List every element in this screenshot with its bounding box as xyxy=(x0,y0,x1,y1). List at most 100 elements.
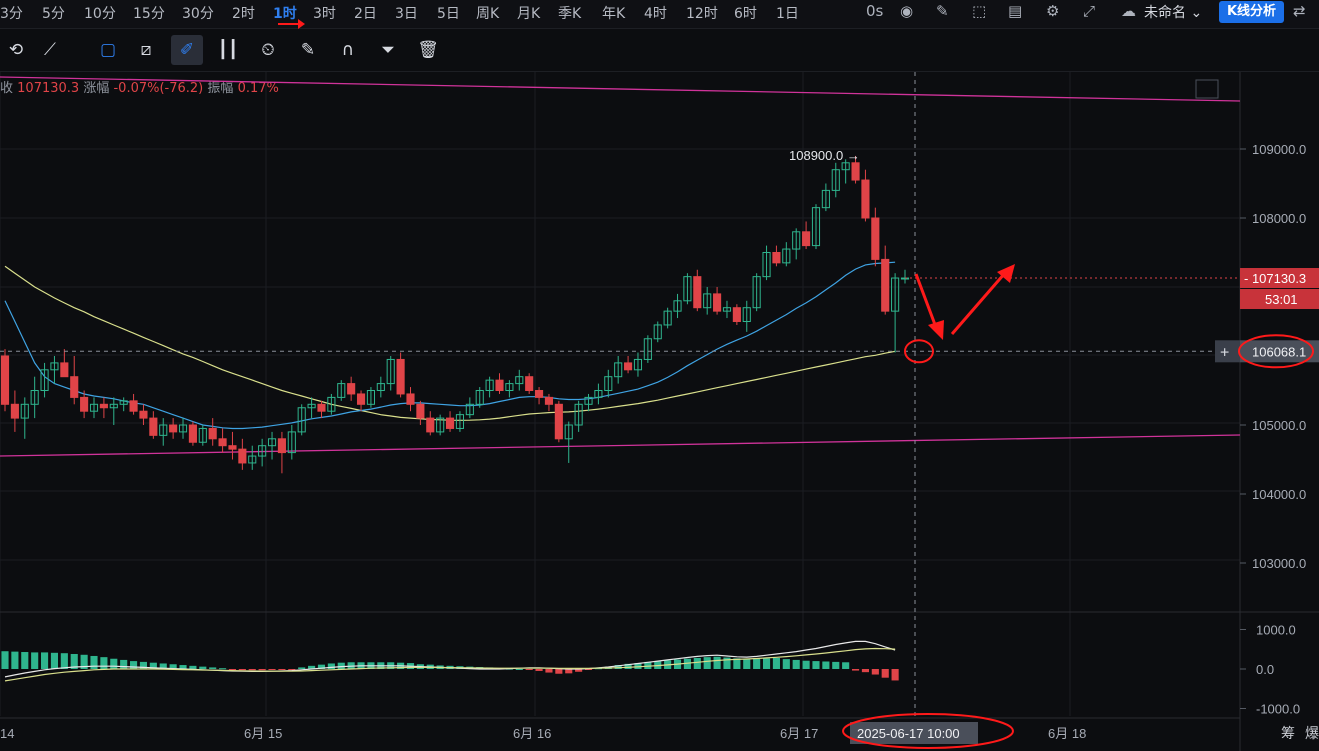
candle-body-54[interactable] xyxy=(535,390,544,398)
candle-body-17[interactable] xyxy=(169,424,178,433)
indicator-bar-30 xyxy=(298,667,306,669)
indicator-bar-86 xyxy=(851,669,860,671)
bottom-right-button-1[interactable]: 爆 xyxy=(1305,725,1319,741)
candle-body-1[interactable] xyxy=(10,403,19,419)
indicator-bar-23 xyxy=(228,669,237,670)
bottom-right-button-0[interactable]: 筹 xyxy=(1281,725,1295,741)
indicator-bar-87 xyxy=(861,669,869,673)
grid xyxy=(0,72,1240,716)
candle-body-7[interactable] xyxy=(70,376,79,398)
x-axis-label-2: 6月 16 xyxy=(513,726,551,741)
indicator-bar-5 xyxy=(50,652,59,669)
candle-body-40[interactable] xyxy=(396,358,405,395)
price-tick-1: 108000.0 xyxy=(1252,211,1306,226)
indicator-bar-55 xyxy=(545,669,553,673)
candle-body-43[interactable] xyxy=(426,417,435,433)
indicator-bar-76 xyxy=(753,658,761,669)
candle-body-23[interactable] xyxy=(228,445,237,450)
candle-body-15[interactable] xyxy=(149,417,158,436)
indicator-bar-81 xyxy=(802,660,810,669)
indicator-bar-56 xyxy=(555,669,563,674)
x-axis-label-3: 6月 17 xyxy=(780,726,818,741)
candle-body-89[interactable] xyxy=(881,258,890,312)
candle-body-78[interactable] xyxy=(772,252,781,264)
candle-body-55[interactable] xyxy=(544,396,554,405)
candle-body-0[interactable] xyxy=(0,355,10,405)
indicator-bar-19 xyxy=(189,665,197,669)
candle-body-87[interactable] xyxy=(861,179,870,219)
expand-icon[interactable] xyxy=(1195,79,1219,99)
indicator-bar-20 xyxy=(199,666,207,669)
indicator-bar-11 xyxy=(110,658,118,669)
indicator-bar-84 xyxy=(832,661,840,669)
candle-body-35[interactable] xyxy=(347,383,356,395)
annotations xyxy=(842,264,1314,749)
indicator-bar-88 xyxy=(871,669,879,675)
candles xyxy=(0,155,910,474)
candle-body-24[interactable] xyxy=(238,448,247,464)
countdown-label: 53:01 xyxy=(1265,292,1298,307)
indicator-pane: 1000.0 0.0 -1000.0 xyxy=(1,623,1300,717)
crosshair-plus-icon[interactable]: + xyxy=(1220,344,1229,361)
candle-body-36[interactable] xyxy=(356,393,366,405)
annotation-arrow-down-head xyxy=(928,320,944,340)
indicator-bar-22 xyxy=(219,668,227,670)
price-tick-2: 105000.0 xyxy=(1252,418,1306,433)
indicator-bar-52 xyxy=(515,669,523,670)
candle-body-32[interactable] xyxy=(317,403,326,412)
indicator-bar-10 xyxy=(100,657,108,669)
indicator-bar-27 xyxy=(268,669,276,670)
indicator-bar-70 xyxy=(693,657,701,669)
indicator-bar-24 xyxy=(238,669,246,671)
candle-body-53[interactable] xyxy=(525,376,534,392)
indicator-tick-1: 0.0 xyxy=(1256,662,1274,677)
indicator-bar-77 xyxy=(762,658,771,669)
indicator-bar-53 xyxy=(525,669,533,670)
candle-body-88[interactable] xyxy=(871,217,880,260)
candle-body-14[interactable] xyxy=(139,410,148,419)
channel-lower-line[interactable] xyxy=(0,434,1241,457)
candle-body-74[interactable] xyxy=(732,307,741,323)
ma-slow-line xyxy=(4,265,896,421)
candle-body-86[interactable] xyxy=(851,162,860,181)
indicator-bar-57 xyxy=(565,669,573,674)
candle-body-21[interactable] xyxy=(208,427,217,440)
indicator-tick-2: -1000.0 xyxy=(1256,702,1300,717)
candle-body-72[interactable] xyxy=(713,293,722,312)
candle-body-70[interactable] xyxy=(693,276,702,309)
channel-upper-line[interactable] xyxy=(0,76,1241,102)
candle-body-50[interactable] xyxy=(495,379,504,391)
indicator-bar-0 xyxy=(1,651,9,669)
candle-body-13[interactable] xyxy=(129,400,138,412)
indicator-bar-89 xyxy=(881,669,889,678)
indicator-bar-21 xyxy=(209,667,217,669)
candle-body-28[interactable] xyxy=(277,438,286,454)
candle-body-6[interactable] xyxy=(60,362,69,378)
candle-body-22[interactable] xyxy=(218,438,227,447)
candlestick-chart[interactable]: 108900.0 → 109000.0 108000.0 105000.0 104000… xyxy=(0,0,1319,751)
indicator-bar-34 xyxy=(337,662,345,669)
candle-body-45[interactable] xyxy=(445,417,455,429)
indicator-bar-2 xyxy=(21,652,29,669)
indicator-bar-4 xyxy=(41,652,49,669)
indicator-bar-75 xyxy=(743,659,751,669)
candle-body-10[interactable] xyxy=(99,403,108,409)
candle-body-63[interactable] xyxy=(624,362,633,371)
crosshair-time-label: 2025-06-17 10:00 xyxy=(857,726,960,741)
indicator-bar-6 xyxy=(60,653,68,669)
candle-body-41[interactable] xyxy=(406,393,415,405)
candle-body-19[interactable] xyxy=(188,424,197,443)
indicator-bar-72 xyxy=(713,656,721,669)
indicator-bar-80 xyxy=(792,659,800,669)
indicator-bar-25 xyxy=(248,669,256,671)
candle-body-8[interactable] xyxy=(80,396,89,412)
price-tick-4: 103000.0 xyxy=(1252,556,1306,571)
candle-body-56[interactable] xyxy=(554,403,563,440)
x-axis-label-1: 6月 15 xyxy=(244,726,282,741)
indicator-bar-78 xyxy=(772,657,780,669)
candle-body-42[interactable] xyxy=(416,403,425,419)
price-tick-3: 104000.0 xyxy=(1252,487,1306,502)
indicator-bar-71 xyxy=(703,657,711,669)
crosshair-price-label: 106068.1 xyxy=(1252,344,1306,359)
candle-body-81[interactable] xyxy=(802,231,811,247)
